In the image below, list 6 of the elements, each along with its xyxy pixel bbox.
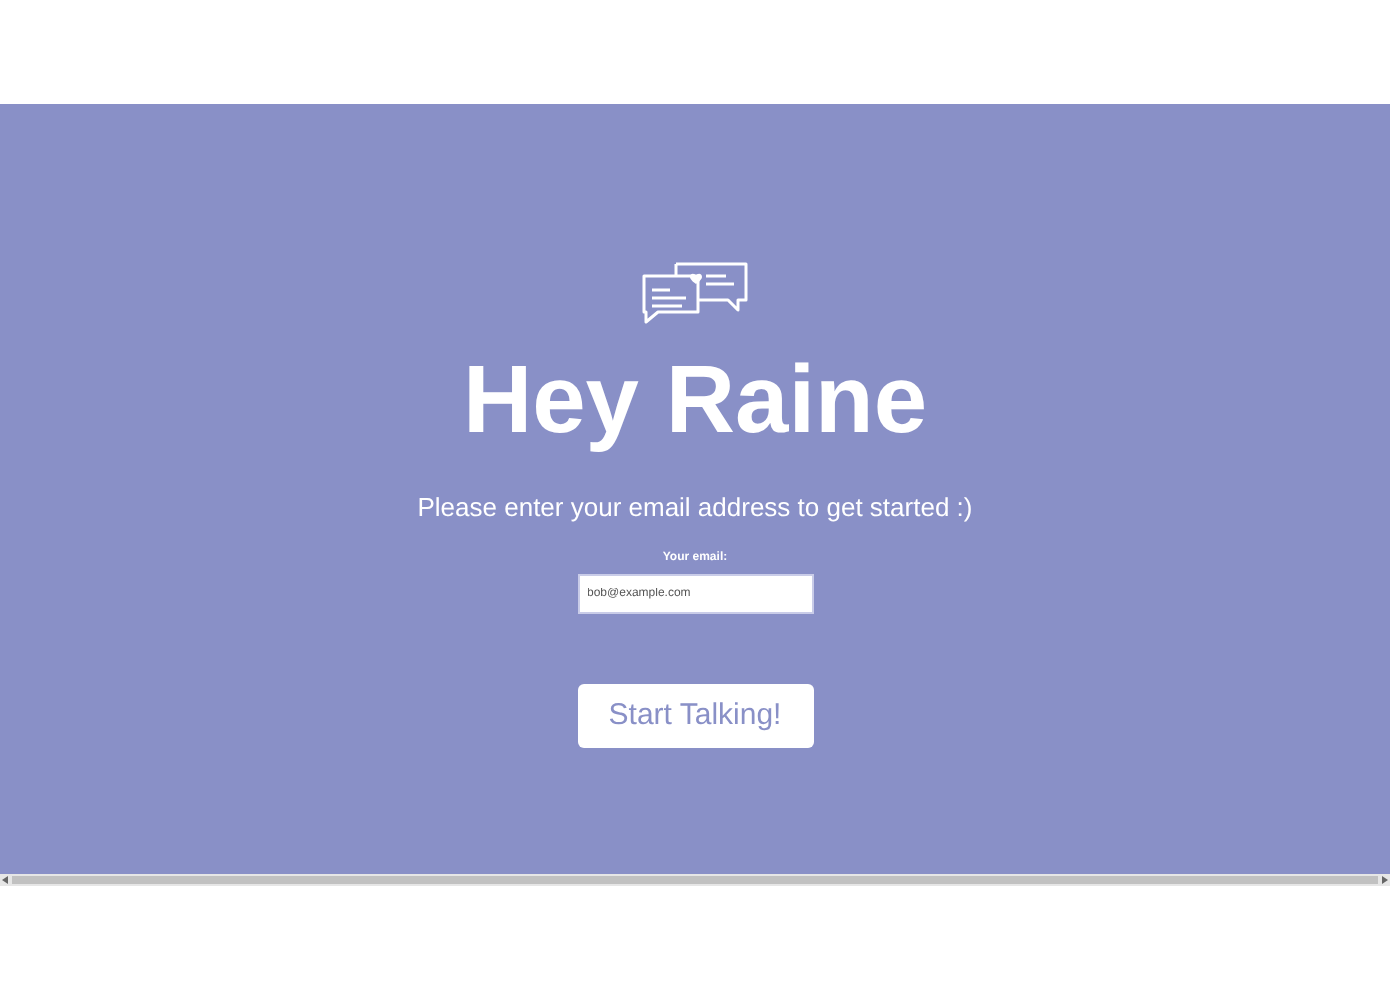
scroll-right-icon[interactable]	[1382, 876, 1388, 884]
scrollbar-thumb[interactable]	[12, 876, 1378, 884]
heading: Hey Raine	[462, 346, 928, 458]
subtitle: Please enter your email address to get started :)	[417, 492, 973, 524]
horizontal-scrollbar[interactable]	[0, 874, 1390, 886]
chat-bubbles-icon	[641, 260, 749, 326]
